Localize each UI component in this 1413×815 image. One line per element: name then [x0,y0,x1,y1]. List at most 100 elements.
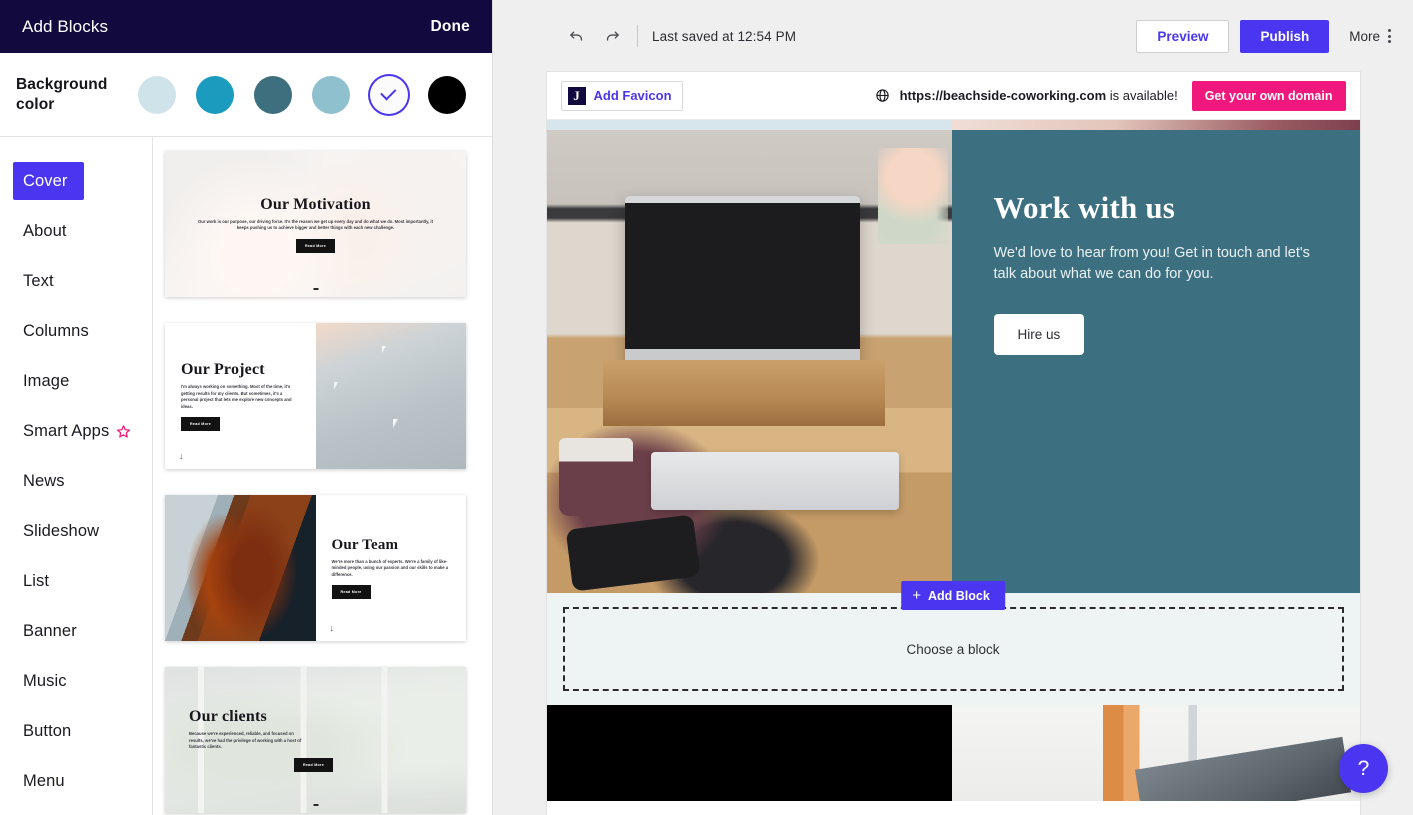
hire-us-button[interactable]: Hire us [993,314,1085,356]
sidebar-item-about[interactable]: About [0,206,152,256]
done-button[interactable]: Done [430,18,470,36]
category-label: Image [23,371,70,390]
plus-icon: + [912,587,921,604]
template-scroll-indicator [313,804,318,806]
template-text-pane: Our Team We're more than a bunch of expe… [315,495,466,641]
last-saved-status: Last saved at 12:54 PM [652,28,797,44]
sidebar-item-banner[interactable]: Banner [0,606,152,656]
sidebar-item-cover[interactable]: Cover [13,162,84,200]
template-body: Because we're experienced, reliable, and… [189,731,302,750]
sidebar-item-list[interactable]: List [0,556,152,606]
template-button: Read More [331,585,371,600]
category-label: Columns [23,321,89,340]
color-swatch-white-selected[interactable] [370,75,408,114]
sidebar-item-slideshow[interactable]: Slideshow [0,506,152,556]
app-root: Add Blocks Done Background color Cover A… [0,0,1413,815]
template-button: Read More [295,238,336,253]
hero-title: Work with us [993,190,1176,225]
domain-availability-group: https://beachside-coworking.com is avail… [875,80,1346,111]
wood-stand-object [602,360,885,426]
add-favicon-label: Add Favicon [593,88,672,103]
domain-available-suffix: is available! [1106,88,1178,103]
template-heading: Our Motivation [260,195,371,213]
sidebar-item-news[interactable]: News [0,456,152,506]
block-template-our-clients-interior[interactable]: Our clients Because we're experienced, r… [165,667,466,813]
category-label: News [23,471,65,490]
sidebar-item-button[interactable]: Button [0,706,152,756]
block-template-our-team[interactable]: Our Team We're more than a bunch of expe… [165,495,466,641]
template-image-pane [165,495,316,641]
panel-title: Add Blocks [22,16,109,36]
more-button[interactable]: More [1349,29,1391,44]
flower-decoration [877,148,948,244]
template-button: Read More [293,757,334,772]
mug-object [558,438,633,516]
category-label: Button [23,721,72,740]
help-button[interactable]: ? [1339,744,1388,793]
category-label: Text [23,271,54,290]
star-icon [116,424,131,439]
category-label: Music [23,671,67,690]
hero-text-panel[interactable]: Work with us We'd love to hear from you!… [951,130,1360,593]
color-swatch-cyan[interactable] [196,75,234,114]
category-label: About [23,221,67,240]
hero-strip-left [546,120,952,130]
add-block-label: Add Block [927,588,990,603]
block-template-list: Our Motivation Our work is our purpose, … [153,137,492,815]
add-blocks-panel: Add Blocks Done Background color Cover A… [0,0,493,815]
template-content: Our Project I'm always working on someth… [165,323,466,469]
add-block-button[interactable]: + Add Block [901,581,1005,610]
template-body: I'm always working on something. Most of… [181,384,292,409]
choose-a-block-label: Choose a block [906,641,1000,657]
kebab-menu-icon[interactable] [1388,29,1391,43]
color-swatch-muted-blue[interactable] [312,75,350,114]
hero-top-strip [546,120,1360,130]
sidebar-item-image[interactable]: Image [0,356,152,406]
publish-button[interactable]: Publish [1240,19,1330,53]
sidebar-item-smart-apps[interactable]: Smart Apps [0,406,152,456]
color-swatch-teal-dark[interactable] [254,75,292,114]
choose-a-block-dropzone[interactable]: Choose a block [562,607,1344,691]
template-content: Our clients Because we're experienced, r… [165,667,466,813]
sidebar-item-menu[interactable]: Menu [0,756,152,806]
toolbar-divider [637,25,638,47]
sidebar-item-text[interactable]: Text [0,256,152,306]
favicon-icon: J [567,86,586,105]
next-block-right-image [951,705,1360,801]
domain-name: https://beachside-coworking.com [899,88,1107,103]
color-swatch-pale-blue[interactable] [138,75,176,114]
template-heading: Our Project [181,361,265,378]
canvas-wrapper: J Add Favicon https://beachside-coworkin… [493,72,1413,815]
sidebar-item-music[interactable]: Music [0,656,152,706]
template-background-image [315,323,466,469]
panel-body: Cover About Text Columns Image Smart App… [0,137,492,815]
add-favicon-button[interactable]: J Add Favicon [560,80,683,111]
sidebar-item-columns[interactable]: Columns [0,306,152,356]
category-label: Menu [23,771,65,790]
editor-toolbar: Last saved at 12:54 PM Preview Publish M… [493,0,1413,72]
more-label: More [1349,28,1380,44]
redo-icon[interactable] [599,23,625,49]
hero-image[interactable] [546,130,952,593]
block-category-list: Cover About Text Columns Image Smart App… [0,137,153,815]
hero-subtitle: We'd love to hear from you! Get in touch… [993,245,1310,283]
color-swatch-black[interactable] [428,75,466,114]
block-template-our-project[interactable]: Our Project I'm always working on someth… [165,323,466,469]
site-preview-canvas: J Add Favicon https://beachside-coworkin… [546,72,1360,815]
editor-area: Last saved at 12:54 PM Preview Publish M… [493,0,1413,815]
template-background-image [165,495,316,641]
block-template-our-motivation[interactable]: Our Motivation Our work is our purpose, … [165,151,466,297]
background-color-label: Background color [16,75,108,113]
template-body: Our work is our purpose, our driving for… [198,218,433,231]
next-block-left-panel [546,705,952,801]
template-button: Read More [181,417,221,431]
preview-button[interactable]: Preview [1136,19,1230,53]
category-label: Banner [23,621,77,640]
get-domain-button[interactable]: Get your own domain [1191,80,1346,111]
color-swatch-group [138,75,466,114]
down-arrow-icon: ↓ [179,451,184,461]
hero-block[interactable]: Work with us We'd love to hear from you!… [546,130,1360,593]
undo-icon[interactable] [563,23,589,49]
next-block-preview[interactable] [546,705,1360,801]
template-heading: Our clients [189,708,267,726]
